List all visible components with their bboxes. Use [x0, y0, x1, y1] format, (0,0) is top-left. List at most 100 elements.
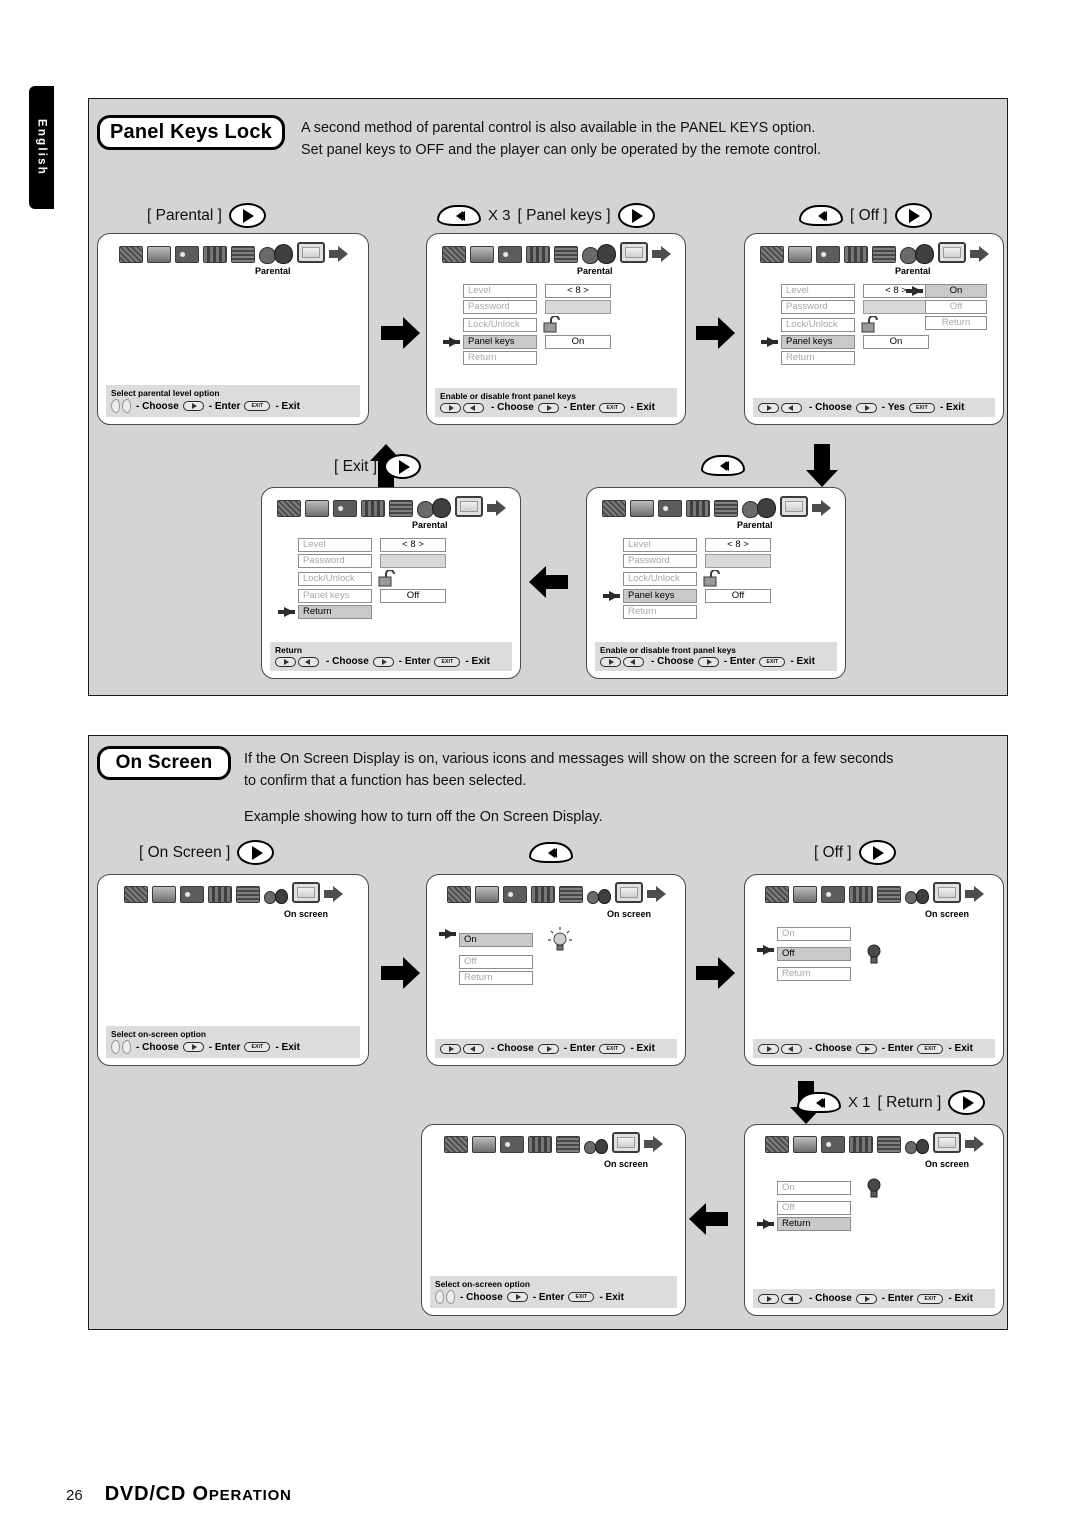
selected-icon-label: Parental: [737, 520, 773, 530]
play-small-icon[interactable]: [537, 402, 559, 413]
submenu-row[interactable]: Off: [925, 300, 987, 314]
menu-label-password: Password: [298, 554, 372, 568]
rewind-key-icon[interactable]: [797, 1092, 841, 1113]
play-small-icon[interactable]: [855, 402, 877, 413]
menu-row[interactable]: Panel keys Off: [298, 589, 446, 603]
play-small-icon[interactable]: [697, 656, 719, 667]
submenu-row[interactable]: Off: [459, 955, 573, 969]
exit-icon: [969, 246, 989, 263]
menu-row[interactable]: Level < 8 >: [463, 284, 611, 298]
play-small-icon[interactable]: [855, 1293, 877, 1304]
screen-on-screen-off: On screen On Off Return - Choose - Enter…: [744, 874, 1004, 1066]
parental-icon: [742, 495, 776, 517]
exit-small-icon[interactable]: EXIT: [599, 402, 626, 413]
on-screen-icon: [932, 882, 961, 903]
play-key-icon[interactable]: [858, 840, 896, 865]
exit-small-icon[interactable]: EXIT: [917, 1293, 944, 1304]
submenu-row[interactable]: Return: [777, 967, 883, 981]
menu-row-selected[interactable]: Return: [278, 605, 446, 619]
submenu-row-selected[interactable]: On: [906, 284, 987, 298]
left-right-pad-icon: [435, 1290, 455, 1304]
parental-icon: [582, 241, 616, 263]
menu-row[interactable]: Return: [781, 351, 929, 365]
menu-row[interactable]: Lock/Unlock: [623, 569, 771, 587]
tv-hint: Enable or disable front panel keys: [600, 645, 736, 655]
menu-row-selected[interactable]: Panel keys On: [443, 335, 611, 349]
tv-icon-strip: [745, 1132, 1003, 1153]
exit-icon: [646, 886, 666, 903]
exit-small-icon[interactable]: EXIT: [434, 656, 461, 667]
submenu-row-selected[interactable]: Return: [757, 1217, 883, 1231]
menu-row[interactable]: Password: [298, 554, 446, 568]
tv-icon-strip: [427, 882, 685, 903]
language-icon: [230, 246, 255, 263]
tray-icon: [792, 1136, 817, 1153]
menu-row[interactable]: Lock/Unlock: [463, 315, 611, 333]
parental-icon: [417, 495, 451, 517]
exit-small-icon[interactable]: EXIT: [244, 401, 271, 411]
pointer-hand-icon: [757, 1217, 774, 1231]
step-parental-label: [ Parental ]: [147, 206, 222, 224]
tv-help-bar: Enable or disable front panel keys - Cho…: [435, 388, 677, 417]
play-key-icon[interactable]: [948, 1090, 986, 1115]
menu-row[interactable]: Password: [623, 554, 771, 568]
submenu-row-selected[interactable]: Off: [757, 943, 883, 965]
enter-label: - Enter: [723, 656, 756, 667]
tray-icon: [469, 246, 494, 263]
on-screen-icon: [779, 496, 808, 517]
play-key-icon[interactable]: [384, 454, 422, 479]
submenu-row[interactable]: On: [777, 1177, 883, 1199]
play-key-icon[interactable]: [228, 203, 266, 228]
menu-value-password: [545, 300, 611, 314]
submenu-row[interactable]: On: [777, 927, 883, 941]
menu-row[interactable]: Level < 8 >: [298, 538, 446, 552]
pointer-hand-icon: [278, 605, 295, 619]
exit-small-icon[interactable]: EXIT: [908, 402, 935, 413]
play-small-icon[interactable]: [182, 401, 204, 411]
play-small-icon[interactable]: [537, 1043, 559, 1054]
exit-small-icon[interactable]: EXIT: [917, 1043, 944, 1054]
submenu-item-return: Return: [777, 967, 851, 981]
exit-label: - Exit: [630, 402, 655, 413]
rewind-key-icon[interactable]: [799, 205, 843, 226]
exit-small-icon[interactable]: EXIT: [599, 1043, 626, 1054]
submenu-row-selected[interactable]: On: [439, 927, 573, 953]
play-small-icon[interactable]: [855, 1043, 877, 1054]
menu-row[interactable]: Password: [463, 300, 611, 314]
rewind-key-icon[interactable]: [701, 455, 745, 476]
play-small-icon[interactable]: [182, 1042, 204, 1052]
rewind-key-icon[interactable]: [529, 842, 573, 863]
play-small-icon[interactable]: [372, 656, 394, 667]
submenu-row[interactable]: Return: [925, 316, 987, 330]
menu-row[interactable]: Return: [463, 351, 611, 365]
play-small-icon[interactable]: [506, 1292, 528, 1302]
menu-label-return: Return: [623, 605, 697, 619]
submenu-row[interactable]: Return: [459, 971, 573, 985]
menu-row[interactable]: Lock/Unlock: [781, 315, 929, 333]
submenu-list: On Off Return: [439, 927, 573, 987]
menu-row-selected[interactable]: Panel keys Off: [603, 589, 771, 603]
menu-row-selected[interactable]: Panel keys On: [761, 335, 929, 349]
menu-row[interactable]: Return: [623, 605, 771, 619]
left-right-pad-icon: [111, 1040, 131, 1054]
video-icon: [848, 886, 873, 903]
play-key-icon[interactable]: [894, 203, 932, 228]
step-exit: [ Exit ]: [334, 454, 422, 479]
tv-help-bar: - Choose - Enter EXIT - Exit: [753, 1039, 995, 1058]
submenu-item-on: On: [459, 933, 533, 947]
play-key-icon[interactable]: [237, 840, 275, 865]
rew-ff-pad-icon: [440, 1043, 484, 1054]
menu-row[interactable]: Level < 8 >: [623, 538, 771, 552]
exit-small-icon[interactable]: EXIT: [568, 1292, 595, 1302]
step-off-bottom: [ Off ]: [814, 840, 896, 865]
menu-label-password: Password: [463, 300, 537, 314]
tv-icon-strip: [262, 495, 520, 517]
rew-ff-pad-icon: [275, 656, 319, 667]
menu-row[interactable]: Lock/Unlock: [298, 569, 446, 587]
play-key-icon[interactable]: [617, 203, 655, 228]
exit-small-icon[interactable]: EXIT: [244, 1042, 271, 1052]
menu-row[interactable]: Password: [781, 300, 929, 314]
submenu-row[interactable]: Off: [777, 1201, 883, 1215]
rewind-key-icon[interactable]: [437, 205, 481, 226]
exit-small-icon[interactable]: EXIT: [759, 656, 786, 667]
